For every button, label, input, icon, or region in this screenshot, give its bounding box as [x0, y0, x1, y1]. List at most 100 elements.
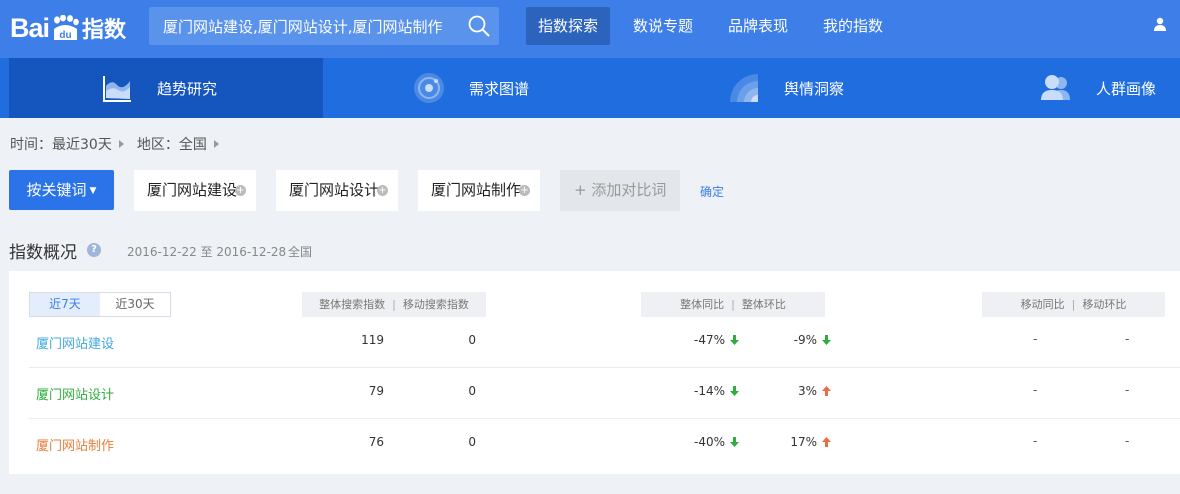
- tab-label: 需求图谱: [469, 79, 530, 98]
- sub-nav: 趋势研究 需求图谱 舆情洞察 人群画像: [0, 58, 1180, 118]
- overall-change-header: 整体同比 | 整体环比: [641, 292, 825, 317]
- add-compare-word-button[interactable]: + 添加对比词: [560, 170, 680, 211]
- tab-trend-research[interactable]: 趋势研究: [9, 58, 323, 118]
- tab-label: 舆情洞察: [784, 79, 845, 98]
- arrow-up-icon: [822, 437, 831, 447]
- sentiment-icon: [730, 74, 758, 102]
- search-icon[interactable]: [467, 14, 491, 38]
- overall-mom-text: 3%: [797, 384, 817, 398]
- header-overall-mom[interactable]: 整体环比: [742, 298, 786, 311]
- baidu-paw-icon: du: [50, 15, 80, 41]
- top-nav-item[interactable]: 品牌表现: [716, 7, 800, 45]
- header-overall-yoy[interactable]: 整体同比: [680, 298, 724, 311]
- range-toggle: 近7天 近30天: [29, 292, 171, 317]
- keyword-chip[interactable]: 厦门网站制作 +: [418, 170, 540, 211]
- search-box[interactable]: 厦门网站建设,厦门网站设计,厦门网站制作: [149, 7, 499, 45]
- search-index-header: 整体搜索指数 | 移动搜索指数: [302, 292, 486, 317]
- arrow-down-icon: [730, 335, 739, 345]
- caret-right-icon[interactable]: [118, 140, 124, 148]
- mobile-mom-value: -: [1125, 434, 1130, 448]
- overall-search-value: 76: [368, 435, 384, 449]
- search-input[interactable]: 厦门网站建设,厦门网站设计,厦门网站制作: [163, 16, 463, 37]
- mobile-search-value: 0: [468, 333, 476, 347]
- range-30-days[interactable]: 近30天: [100, 293, 170, 316]
- time-filter[interactable]: 时间：最近30天: [10, 134, 112, 154]
- overall-yoy-text: -14%: [693, 384, 725, 398]
- mobile-yoy-value: -: [1033, 383, 1038, 397]
- filter-bar: 时间：最近30天 地区：全国: [10, 133, 232, 155]
- logo-suffix: 指数: [82, 18, 127, 43]
- overall-yoy-text: -47%: [693, 333, 725, 347]
- header-mobile-yoy[interactable]: 移动同比: [1021, 298, 1065, 311]
- table-row: 厦门网站建设 119 0 -47% -9% - -: [29, 317, 1180, 368]
- help-icon[interactable]: ?: [87, 243, 101, 257]
- mobile-yoy-value: -: [1033, 434, 1038, 448]
- keyword-mode-button[interactable]: 按关键词 ▼: [9, 170, 114, 210]
- top-nav-item[interactable]: 我的指数: [811, 7, 895, 45]
- dropdown-caret-icon: ▼: [89, 186, 97, 196]
- plus-icon: +: [574, 181, 592, 199]
- overall-search-value: 79: [368, 384, 384, 398]
- top-nav-item[interactable]: 数说专题: [621, 7, 705, 45]
- demand-map-icon: [414, 73, 444, 103]
- arrow-up-icon: [822, 386, 831, 396]
- crowd-portrait-icon: [1041, 75, 1070, 100]
- arrow-down-icon: [730, 437, 739, 447]
- top-bar: Bai du 指数 厦门网站建设,厦门网站设计,厦门网站制作 指数探索 数说专题品…: [0, 0, 1180, 58]
- logo-du-text: du: [59, 30, 71, 41]
- keyword-link[interactable]: 厦门网站建设: [36, 333, 114, 352]
- keyword-chip-label: 厦门网站设计: [289, 181, 380, 199]
- trend-chart-icon: [103, 76, 131, 102]
- overall-mom-value: -9%: [741, 333, 831, 347]
- overall-yoy-text: -40%: [693, 435, 725, 449]
- add-icon[interactable]: +: [235, 185, 246, 196]
- keyword-link[interactable]: 厦门网站设计: [36, 384, 114, 403]
- arrow-down-icon: [730, 386, 739, 396]
- arrow-down-icon: [822, 335, 831, 345]
- tab-demand-map[interactable]: 需求图谱: [413, 58, 529, 118]
- mobile-search-value: 0: [468, 435, 476, 449]
- baidu-index-logo[interactable]: Bai du 指数: [10, 8, 126, 48]
- caret-right-icon[interactable]: [213, 140, 219, 148]
- overall-mom-value: 3%: [741, 384, 831, 398]
- mobile-mom-value: -: [1125, 383, 1130, 397]
- tab-label: 趋势研究: [157, 79, 218, 98]
- table-row: 厦门网站制作 76 0 -40% 17% - -: [29, 419, 1180, 470]
- keyword-mode-label: 按关键词: [26, 181, 87, 199]
- overview-region: 全国: [288, 245, 313, 259]
- overview-title: 指数概况: [9, 243, 77, 263]
- add-compare-label: 添加对比词: [591, 181, 667, 199]
- tab-label: 人群画像: [1096, 79, 1157, 98]
- keyword-chip-label: 厦门网站制作: [431, 181, 522, 199]
- keyword-chip-label: 厦门网站建设: [147, 181, 238, 199]
- mobile-mom-value: -: [1125, 332, 1130, 346]
- confirm-link[interactable]: 确定: [700, 183, 724, 200]
- overall-mom-text: -9%: [793, 333, 817, 347]
- table-row: 厦门网站设计 79 0 -14% 3% - -: [29, 368, 1180, 419]
- mobile-change-header: 移动同比 | 移动环比: [982, 292, 1165, 317]
- overall-mom-value: 17%: [741, 435, 831, 449]
- overall-mom-text: 17%: [790, 435, 817, 449]
- header-mobile-search[interactable]: 移动搜索指数: [403, 298, 469, 311]
- overview-panel: 近7天 近30天 整体搜索指数 | 移动搜索指数 整体同比 | 整体环比 移动同比 | 移动…: [9, 271, 1180, 474]
- overview-date-range: 2016-12-22 至 2016-12-28: [127, 245, 287, 259]
- tab-crowd-portrait[interactable]: 人群画像: [1040, 58, 1156, 118]
- top-nav-item[interactable]: 指数探索: [526, 7, 611, 45]
- user-icon[interactable]: [1153, 17, 1167, 31]
- header-overall-search[interactable]: 整体搜索指数: [319, 298, 385, 311]
- mobile-yoy-value: -: [1033, 332, 1038, 346]
- top-nav: 指数探索 数说专题 品牌表现 我的指数: [526, 7, 906, 45]
- add-icon[interactable]: +: [519, 185, 530, 196]
- header-mobile-mom[interactable]: 移动环比: [1082, 298, 1126, 311]
- mobile-search-value: 0: [468, 384, 476, 398]
- overall-search-value: 119: [361, 333, 384, 347]
- add-icon[interactable]: +: [377, 185, 388, 196]
- keyword-chip[interactable]: 厦门网站设计 +: [276, 170, 398, 211]
- overall-yoy-value: -14%: [649, 384, 739, 398]
- region-filter[interactable]: 地区：全国: [137, 134, 207, 154]
- keyword-chip[interactable]: 厦门网站建设 +: [134, 170, 256, 211]
- tab-sentiment[interactable]: 舆情洞察: [728, 58, 844, 118]
- overall-yoy-value: -40%: [649, 435, 739, 449]
- keyword-link[interactable]: 厦门网站制作: [36, 435, 114, 454]
- range-7-days[interactable]: 近7天: [30, 293, 100, 316]
